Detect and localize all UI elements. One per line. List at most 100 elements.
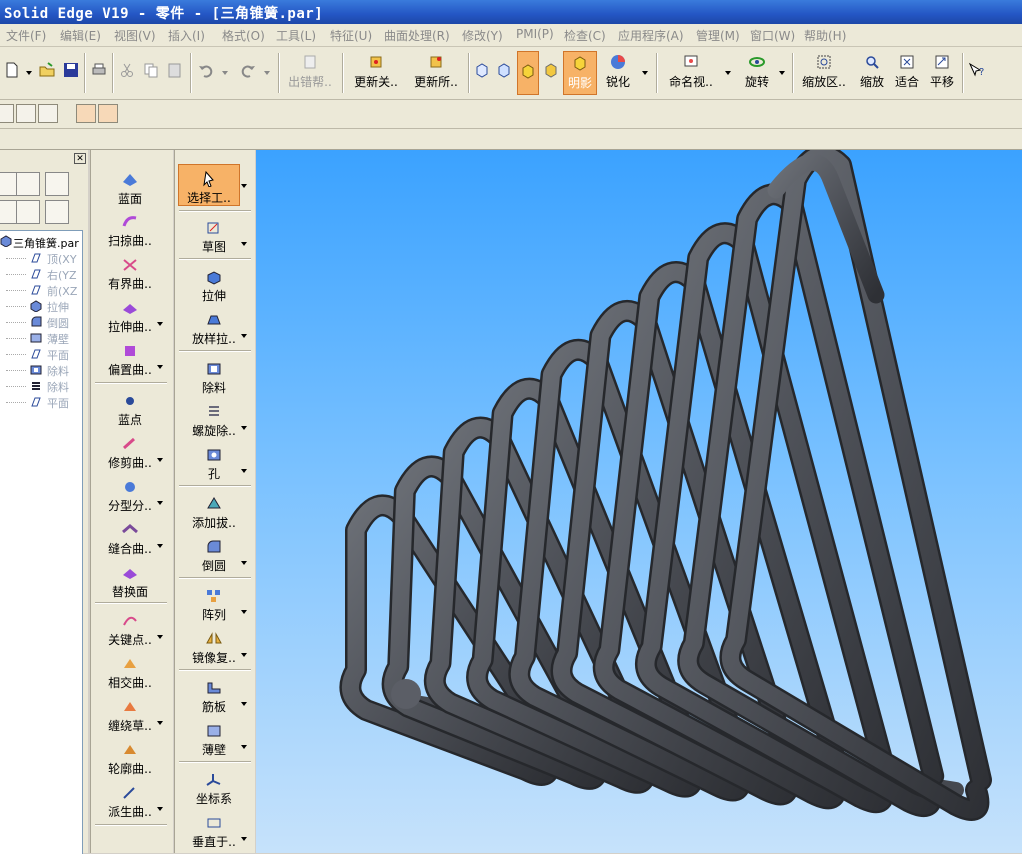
- tree-item[interactable]: 平面: [0, 346, 82, 362]
- shadow-button[interactable]: 明影: [563, 51, 597, 95]
- named-view-dropdown-icon[interactable]: [725, 71, 731, 75]
- pan-button[interactable]: 平移: [926, 51, 958, 95]
- cut-button[interactable]: [116, 51, 138, 95]
- lofted-protrusion-button[interactable]: 放样拉..: [175, 312, 253, 347]
- tree-item[interactable]: 倒圆: [0, 314, 82, 330]
- bounded-surface-button[interactable]: 有界曲..: [91, 257, 169, 292]
- menu-view[interactable]: 视图(V): [114, 27, 156, 44]
- zoom-area-button[interactable]: 缩放区..: [796, 51, 852, 95]
- edgebar-tab-layers[interactable]: [16, 172, 40, 196]
- menu-manage[interactable]: 管理(M): [696, 27, 740, 44]
- dropdown-icon[interactable]: [241, 561, 247, 565]
- tree-item[interactable]: 平面: [0, 394, 82, 410]
- sharpen-button[interactable]: 锐化: [601, 51, 635, 95]
- dropdown-icon[interactable]: [241, 469, 247, 473]
- normal-to-button[interactable]: 垂直于..: [175, 815, 253, 850]
- whats-this-button[interactable]: ?: [966, 51, 988, 95]
- menu-file[interactable]: 文件(F): [6, 27, 46, 44]
- dropdown-icon[interactable]: [157, 807, 163, 811]
- intersection-curve-button[interactable]: 相交曲..: [91, 656, 169, 691]
- menu-format[interactable]: 格式(O): [222, 27, 265, 44]
- edgebar-tab-parts[interactable]: [16, 200, 40, 224]
- dropdown-icon[interactable]: [157, 458, 163, 462]
- add-draft-button[interactable]: 添加拔..: [175, 496, 253, 531]
- error-help-button[interactable]: 出错帮..: [282, 51, 338, 95]
- wireframe-button[interactable]: [472, 51, 492, 95]
- update-relationships-button[interactable]: 更新关..: [348, 51, 404, 95]
- menu-insert[interactable]: 插入(I): [168, 27, 205, 44]
- derived-curve-button[interactable]: 派生曲..: [91, 785, 169, 820]
- dropdown-icon[interactable]: [241, 610, 247, 614]
- stitched-surface-button[interactable]: 缝合曲..: [91, 522, 169, 557]
- undo-button[interactable]: [194, 51, 218, 95]
- shaded-button[interactable]: [541, 51, 561, 95]
- menu-window[interactable]: 窗口(W): [750, 27, 795, 44]
- secondary-tool-3[interactable]: [38, 104, 58, 123]
- redo-dropdown-icon[interactable]: [264, 71, 270, 75]
- tree-item[interactable]: 薄壁: [0, 330, 82, 346]
- dropdown-icon[interactable]: [157, 501, 163, 505]
- protrusion-button[interactable]: 拉伸: [175, 269, 253, 304]
- dropdown-icon[interactable]: [241, 745, 247, 749]
- edgebar-tab-library[interactable]: [45, 172, 69, 196]
- menu-pmi[interactable]: PMI(P): [516, 27, 554, 41]
- update-all-button[interactable]: 更新所..: [408, 51, 464, 95]
- dropdown-icon[interactable]: [241, 334, 247, 338]
- close-pane-icon[interactable]: ✕: [74, 153, 86, 164]
- menu-applications[interactable]: 应用程序(A): [618, 27, 684, 44]
- bluesurf-button[interactable]: 蓝面: [91, 172, 169, 207]
- dropdown-icon[interactable]: [241, 242, 247, 246]
- dropdown-icon[interactable]: [241, 653, 247, 657]
- replace-face-button[interactable]: 替换面: [91, 565, 169, 600]
- dropdown-icon[interactable]: [157, 544, 163, 548]
- secondary-tool-4[interactable]: [76, 104, 96, 123]
- tree-item[interactable]: 前(XZ: [0, 282, 82, 298]
- dropdown-icon[interactable]: [157, 365, 163, 369]
- save-button[interactable]: [60, 51, 82, 95]
- swept-surface-button[interactable]: 扫掠曲..: [91, 214, 169, 249]
- hole-button[interactable]: 孔: [175, 447, 253, 482]
- fit-button[interactable]: 适合: [892, 51, 922, 95]
- dropdown-icon[interactable]: [157, 322, 163, 326]
- menu-inspect[interactable]: 检查(C): [564, 27, 606, 44]
- zoom-button[interactable]: 缩放: [856, 51, 888, 95]
- offset-surface-button[interactable]: 偏置曲..: [91, 343, 169, 378]
- print-button[interactable]: [88, 51, 110, 95]
- dropdown-icon[interactable]: [241, 426, 247, 430]
- rotate-dropdown-icon[interactable]: [779, 71, 785, 75]
- keypoint-curve-button[interactable]: 关键点..: [91, 613, 169, 648]
- select-tool-dropdown-icon[interactable]: [241, 184, 247, 188]
- cutout-button[interactable]: 除料: [175, 361, 253, 396]
- select-tool-button[interactable]: 选择工..: [178, 164, 240, 206]
- round-button[interactable]: 倒圆: [175, 539, 253, 574]
- dropdown-icon[interactable]: [241, 837, 247, 841]
- wrap-sketch-button[interactable]: 缠绕草..: [91, 699, 169, 734]
- tree-item[interactable]: 拉伸: [0, 298, 82, 314]
- contour-curve-button[interactable]: 轮廓曲..: [91, 742, 169, 777]
- parting-split-button[interactable]: 分型分..: [91, 479, 169, 514]
- redo-button[interactable]: [236, 51, 260, 95]
- dropdown-icon[interactable]: [157, 721, 163, 725]
- tree-root[interactable]: 三角锥簧.par: [0, 234, 82, 250]
- pattern-button[interactable]: 阵列: [175, 588, 253, 623]
- paste-button[interactable]: [164, 51, 186, 95]
- mirror-copy-button[interactable]: 镜像复..: [175, 631, 253, 666]
- visible-edges-button[interactable]: [494, 51, 514, 95]
- bluedot-button[interactable]: 蓝点: [91, 393, 169, 428]
- tree-item[interactable]: 除料: [0, 362, 82, 378]
- menu-help[interactable]: 帮助(H): [804, 27, 846, 44]
- rotate-button[interactable]: 旋转: [740, 51, 774, 95]
- feature-tree[interactable]: 三角锥簧.par 顶(XY 右(YZ 前(XZ 拉伸 倒圆 薄壁 平面 除料 除…: [0, 230, 83, 854]
- menu-features[interactable]: 特征(U): [330, 27, 372, 44]
- trim-surface-button[interactable]: 修剪曲..: [91, 436, 169, 471]
- coordinate-system-button[interactable]: 坐标系: [175, 772, 253, 807]
- tree-item[interactable]: 除料: [0, 378, 82, 394]
- menu-tools[interactable]: 工具(L): [276, 27, 316, 44]
- secondary-tool-2[interactable]: [16, 104, 36, 123]
- new-button[interactable]: [2, 51, 22, 95]
- menu-modify[interactable]: 修改(Y): [462, 27, 503, 44]
- rib-button[interactable]: 筋板: [175, 680, 253, 715]
- thin-wall-button[interactable]: 薄壁: [175, 723, 253, 758]
- extruded-surface-button[interactable]: 拉伸曲..: [91, 300, 169, 335]
- copy-button[interactable]: [140, 51, 162, 95]
